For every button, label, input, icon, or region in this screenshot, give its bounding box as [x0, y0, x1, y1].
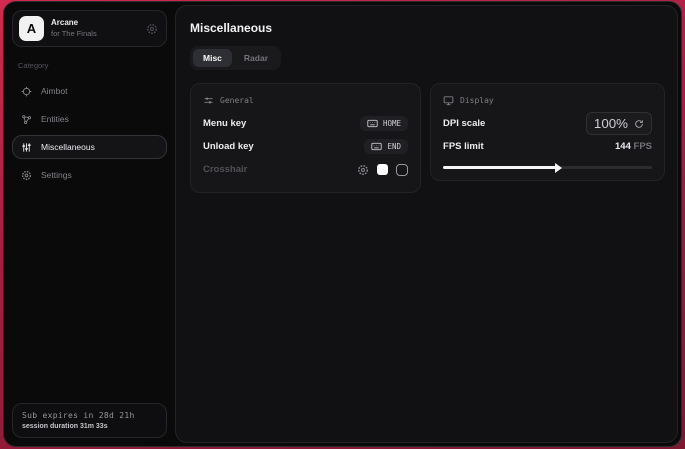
sidebar-item-miscellaneous[interactable]: Miscellaneous — [12, 135, 167, 159]
general-panel-header: General — [203, 95, 408, 106]
crosshair-checkbox[interactable] — [396, 164, 408, 176]
panels-row: General Menu key HOME — [190, 83, 665, 193]
dpi-scale-button[interactable]: 100% — [586, 112, 652, 135]
monitor-icon — [443, 95, 454, 106]
menu-key-label: Menu key — [203, 118, 246, 129]
tab-radar[interactable]: Radar — [234, 49, 278, 67]
sidebar-item-aimbot[interactable]: Aimbot — [12, 79, 167, 103]
sidebar-item-label: Settings — [41, 170, 72, 180]
fps-limit-label: FPS limit — [443, 141, 484, 152]
crosshair-row: Crosshair — [203, 158, 408, 181]
menu-key-row: Menu key HOME — [203, 112, 408, 135]
refresh-icon — [634, 119, 644, 129]
general-panel: General Menu key HOME — [190, 83, 421, 193]
keyboard-icon — [367, 119, 378, 128]
sliders-icon — [21, 142, 32, 153]
page-title: Miscellaneous — [190, 21, 665, 35]
fps-limit-row: FPS limit 144 FPS — [443, 135, 652, 158]
fps-limit-value: 144 FPS — [615, 141, 652, 152]
unload-key-bind-button[interactable]: END — [364, 139, 408, 154]
sidebar-item-entities[interactable]: Entities — [12, 107, 167, 131]
dpi-scale-label: DPI scale — [443, 118, 485, 129]
unload-key-label: Unload key — [203, 141, 254, 152]
dpi-scale-value: 100% — [594, 116, 628, 131]
category-label: Category — [18, 61, 167, 70]
unload-key-row: Unload key END — [203, 135, 408, 158]
sidebar-item-label: Entities — [41, 114, 69, 124]
gear-icon — [21, 170, 32, 181]
app-logo: A — [19, 16, 44, 41]
session-duration-text: session duration 31m 33s — [22, 423, 157, 430]
fps-unit: FPS — [634, 141, 652, 152]
profile-text: Arcane for The Finals — [51, 18, 139, 38]
tab-misc[interactable]: Misc — [193, 49, 232, 67]
app-window: A Arcane for The Finals Category — [3, 1, 682, 447]
menu-key-bind-button[interactable]: HOME — [360, 116, 408, 131]
crosshair-icon — [21, 86, 32, 97]
sliders-horizontal-icon — [203, 95, 214, 106]
display-panel-header: Display — [443, 95, 652, 106]
gear-icon[interactable] — [357, 164, 369, 176]
sidebar-item-label: Miscellaneous — [41, 142, 95, 152]
main-content: Miscellaneous Misc Radar General — [175, 5, 678, 443]
menu-key-value: HOME — [383, 119, 401, 128]
display-panel-title: Display — [460, 96, 494, 105]
sidebar-item-label: Aimbot — [41, 86, 67, 96]
general-panel-title: General — [220, 96, 254, 105]
crosshair-controls — [357, 164, 408, 176]
dpi-scale-row: DPI scale 100% — [443, 112, 652, 135]
crosshair-color-swatch[interactable] — [377, 164, 388, 175]
app-subtitle: for The Finals — [51, 29, 139, 39]
crosshair-label: Crosshair — [203, 164, 247, 175]
fps-slider-fill[interactable] — [443, 166, 556, 169]
tab-bar: Misc Radar — [190, 46, 281, 70]
gear-icon[interactable] — [146, 23, 158, 35]
keyboard-icon — [371, 142, 382, 151]
nodes-icon — [21, 114, 32, 125]
unload-key-value: END — [387, 142, 401, 151]
sub-expires-text: Sub expires in 28d 21h — [22, 411, 157, 420]
display-panel: Display DPI scale 100% — [430, 83, 665, 181]
fps-slider[interactable] — [443, 166, 652, 169]
profile-card: A Arcane for The Finals — [12, 10, 167, 47]
subscription-info: Sub expires in 28d 21h session duration … — [12, 403, 167, 438]
app-name: Arcane — [51, 18, 139, 28]
sidebar-item-settings[interactable]: Settings — [12, 163, 167, 187]
sidebar: A Arcane for The Finals Category — [4, 2, 175, 446]
